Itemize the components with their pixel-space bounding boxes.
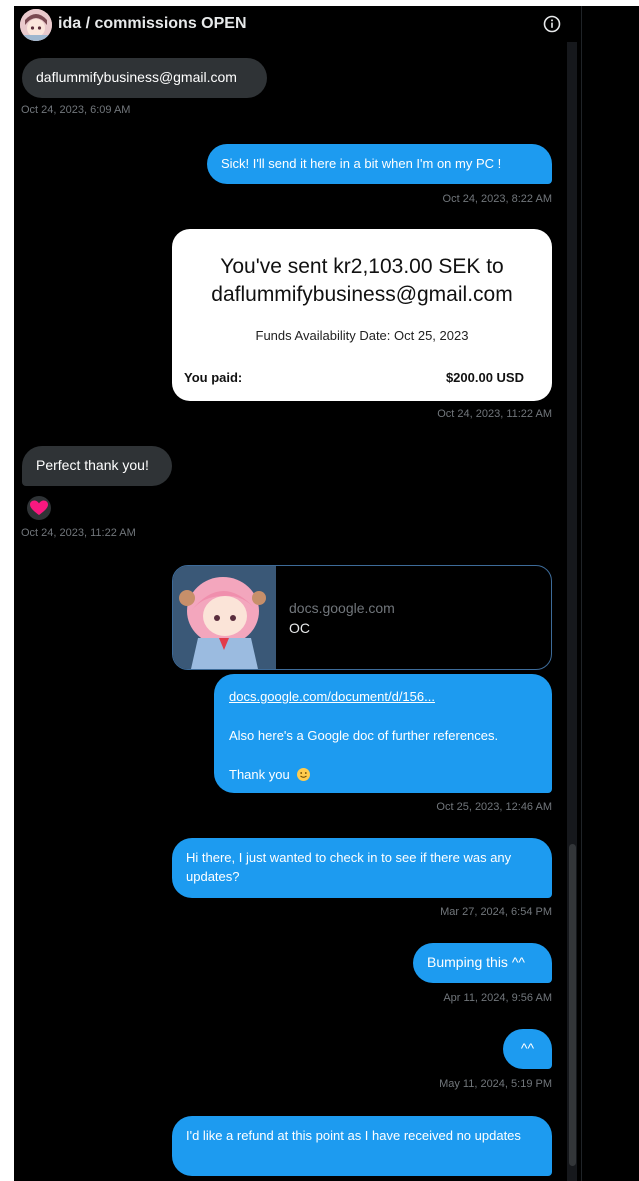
message-bubble-outgoing[interactable]: ^^: [503, 1029, 552, 1069]
message-bubble-outgoing[interactable]: docs.google.com/document/d/156... Also h…: [214, 674, 552, 793]
message-text: daflummifybusiness@gmail.com: [36, 69, 237, 85]
message-timestamp: Oct 24, 2023, 8:22 AM: [442, 193, 552, 205]
link-preview-thumbnail: [173, 566, 276, 669]
funds-availability-text: Funds Availability Date: Oct 25, 2023: [255, 328, 469, 343]
avatar[interactable]: [20, 9, 52, 41]
message-text: Also here's a Google doc of further refe…: [229, 728, 499, 743]
message-bubble-outgoing[interactable]: Hi there, I just wanted to check in to s…: [172, 838, 552, 898]
link-preview-domain: docs.google.com: [289, 600, 395, 616]
message-bubble-outgoing[interactable]: Bumping this ^^: [413, 943, 552, 983]
message-link[interactable]: docs.google.com/document/d/156...: [229, 687, 537, 706]
message-text: I'd like a refund at this point as I hav…: [186, 1128, 521, 1143]
message-bubble-incoming[interactable]: Perfect thank you!: [22, 446, 172, 486]
info-circle-icon[interactable]: [543, 15, 561, 33]
message-text: Perfect thank you!: [36, 457, 149, 473]
side-panel: [581, 6, 639, 1181]
link-preview-title: OC: [289, 620, 310, 636]
message-text: Bumping this ^^: [427, 954, 525, 970]
conversation-header: ida / commissions OPEN: [14, 6, 581, 42]
payment-receipt-image[interactable]: You've sent kr2,103.00 SEK to daflummify…: [172, 229, 552, 401]
paid-label: You paid:: [184, 370, 243, 385]
message-timestamp: Oct 24, 2023, 6:09 AM: [21, 104, 131, 116]
message-timestamp: Oct 25, 2023, 12:46 AM: [436, 801, 552, 813]
message-timestamp: Oct 24, 2023, 11:22 AM: [21, 527, 136, 539]
message-bubble-outgoing[interactable]: I'd like a refund at this point as I hav…: [172, 1116, 552, 1176]
message-bubble-outgoing[interactable]: Sick! I'll send it here in a bit when I'…: [207, 144, 552, 184]
message-text: ^^: [520, 1040, 535, 1056]
message-text: Hi there, I just wanted to check in to s…: [186, 850, 512, 884]
scrollbar-thumb[interactable]: [569, 844, 576, 1166]
message-bubble-incoming[interactable]: daflummifybusiness@gmail.com: [22, 58, 267, 98]
link-preview-card[interactable]: docs.google.com OC: [172, 565, 552, 670]
message-timestamp: Apr 11, 2024, 9:56 AM: [443, 992, 552, 1004]
message-timestamp: Oct 24, 2023, 11:22 AM: [437, 408, 552, 420]
paid-value: $200.00 USD: [445, 370, 524, 385]
message-timestamp: Mar 27, 2024, 6:54 PM: [440, 906, 552, 918]
conversation-title[interactable]: ida / commissions OPEN: [58, 15, 247, 33]
message-text-thanks: Thank you: [229, 765, 537, 787]
payment-amount-text: You've sent kr2,103.00 SEK to: [220, 255, 504, 278]
smiley-emoji-icon: [296, 767, 311, 787]
payment-recipient-text: daflummifybusiness@gmail.com: [211, 283, 513, 306]
message-text: Sick! I'll send it here in a bit when I'…: [221, 156, 502, 171]
message-timestamp: May 11, 2024, 5:19 PM: [439, 1078, 552, 1090]
heart-reaction-icon[interactable]: [26, 496, 52, 525]
dm-conversation: ida / commissions OPEN daflummifybusines…: [14, 6, 581, 1181]
